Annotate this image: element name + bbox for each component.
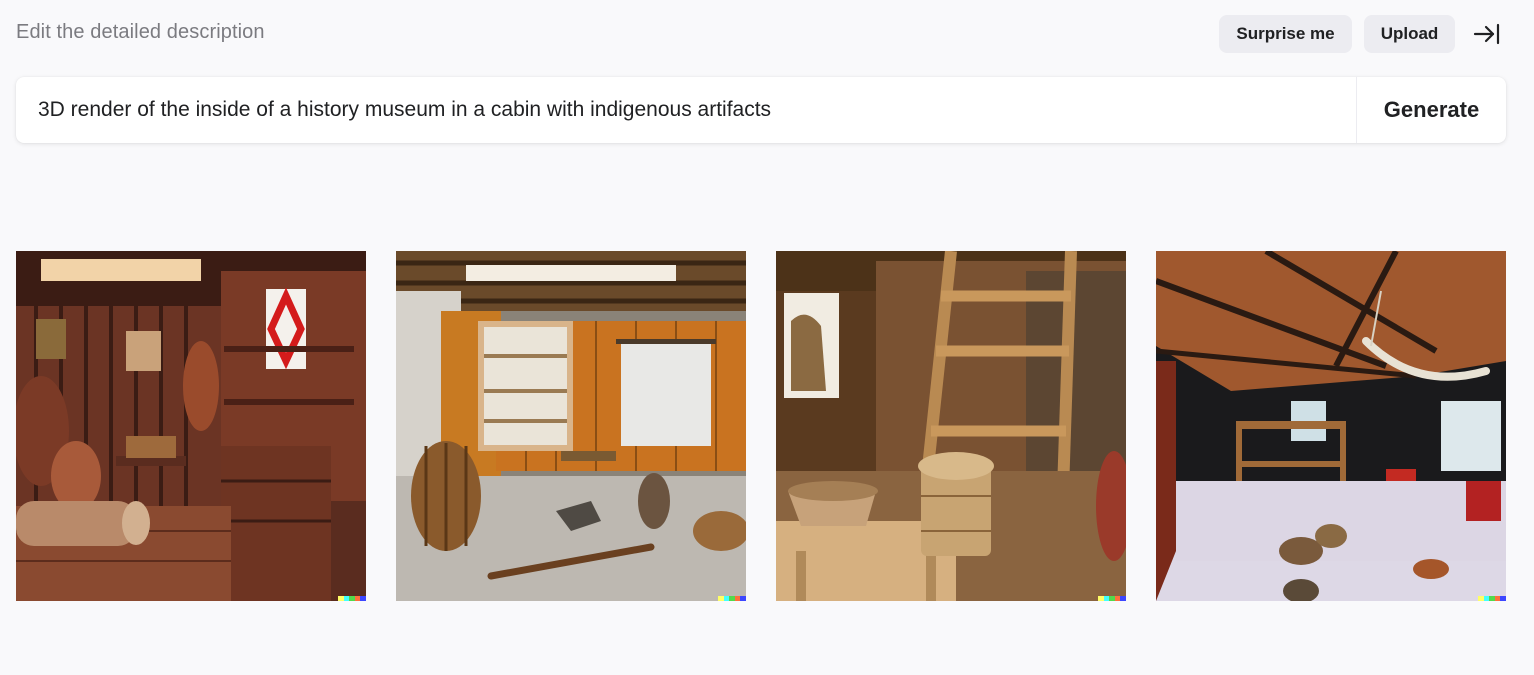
page-subtitle: Edit the detailed description [16, 21, 265, 43]
image-4-art [1156, 251, 1506, 601]
results-grid [16, 251, 1506, 601]
top-bar: Edit the detailed description Surprise m… [16, 14, 1518, 54]
upload-button[interactable]: Upload [1364, 15, 1455, 53]
generate-button[interactable]: Generate [1357, 77, 1506, 143]
image-3-art [776, 251, 1126, 601]
generated-image-2[interactable] [396, 251, 746, 601]
prompt-input-container: 3D render of the inside of a history mus… [16, 77, 1506, 143]
generated-image-4[interactable] [1156, 251, 1506, 601]
surprise-me-button[interactable]: Surprise me [1219, 15, 1352, 53]
watermark [1098, 596, 1126, 601]
prompt-input[interactable]: 3D render of the inside of a history mus… [38, 77, 771, 143]
generated-image-3[interactable] [776, 251, 1126, 601]
watermark [718, 596, 746, 601]
collapse-sidebar-icon[interactable] [1472, 20, 1502, 48]
watermark [338, 596, 366, 601]
image-1-art [16, 251, 366, 601]
image-2-art [396, 251, 746, 601]
generated-image-1[interactable] [16, 251, 366, 601]
watermark [1478, 596, 1506, 601]
